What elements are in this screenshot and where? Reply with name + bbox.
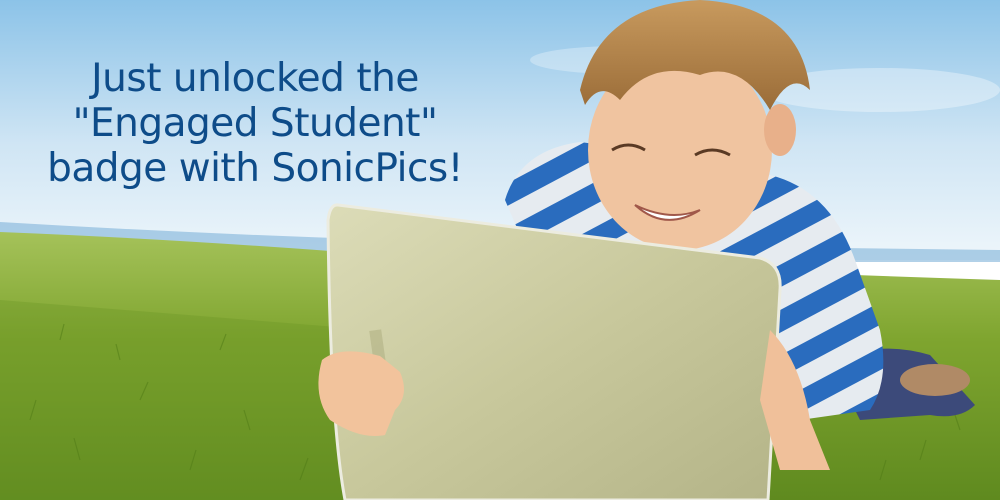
headline: Just unlocked the "Engaged Student" badg… [0,56,510,191]
headline-line-2: "Engaged Student" [72,101,438,146]
headline-line-3: badge with SonicPics! [47,146,463,191]
headline-line-1: Just unlocked the [91,56,419,101]
boy-ear [764,104,796,156]
boy-foot [900,364,970,396]
